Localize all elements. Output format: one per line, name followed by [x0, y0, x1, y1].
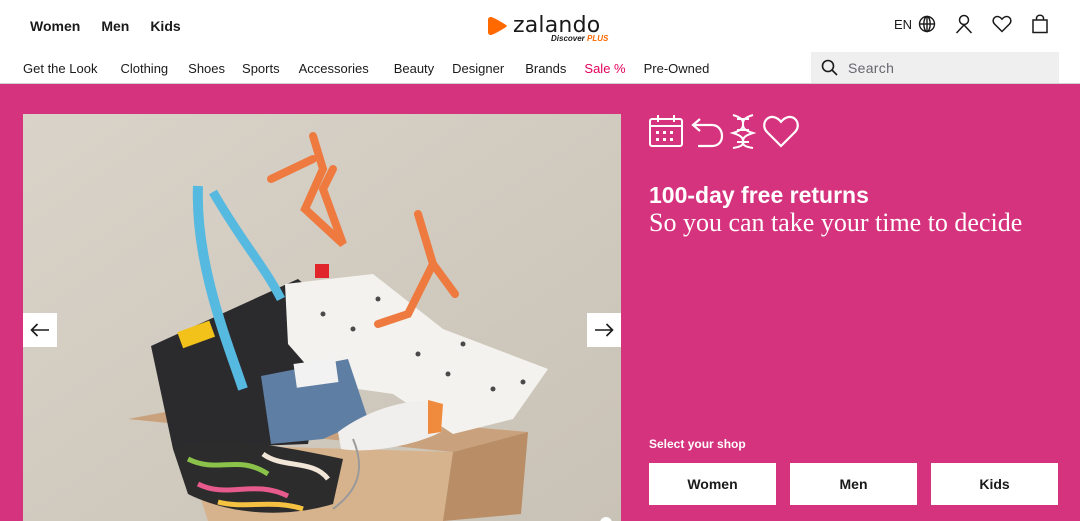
- cart-button[interactable]: [1030, 14, 1050, 34]
- logo-sub: Discover PLUS: [551, 34, 608, 43]
- language-label: EN: [893, 16, 912, 32]
- dna-icon: [729, 114, 757, 149]
- cat-sports[interactable]: Sports: [242, 61, 280, 76]
- nav-men[interactable]: Men: [101, 18, 129, 34]
- cat-beauty[interactable]: Beauty: [394, 61, 434, 76]
- gender-nav: Women Men Kids: [30, 18, 181, 34]
- heart-icon: [763, 115, 799, 148]
- site-header: Women Men Kids zalando Discover PLUS EN: [0, 0, 1080, 52]
- arrow-right-icon: [595, 323, 614, 337]
- cat-clothing[interactable]: Clothing: [120, 61, 168, 76]
- shop-women-button[interactable]: Women: [649, 463, 776, 505]
- category-nav: Get the Look Clothing Shoes Sports Acces…: [23, 61, 709, 76]
- return-arrow-icon: [691, 118, 724, 148]
- promo-icons: [648, 113, 800, 149]
- wishlist-icon: [992, 15, 1012, 33]
- search-input[interactable]: [848, 59, 1048, 76]
- carousel-prev-button[interactable]: [23, 313, 57, 347]
- globe-icon: [918, 15, 936, 33]
- account-button[interactable]: [954, 14, 974, 34]
- shop-buttons: Women Men Kids: [649, 463, 1058, 505]
- cat-get-the-look[interactable]: Get the Look: [23, 61, 97, 76]
- cat-shoes[interactable]: Shoes: [188, 61, 225, 76]
- logo-sub-prefix: Discover: [551, 34, 585, 43]
- zalando-logo-mark: [488, 17, 507, 35]
- shop-select-label: Select your shop: [649, 437, 746, 451]
- zalando-logo[interactable]: zalando Discover PLUS: [487, 12, 617, 46]
- hero-image[interactable]: [23, 114, 621, 521]
- hero-banner: 100-day free returns So you can take you…: [0, 84, 1080, 521]
- promo-title: 100-day free returns: [649, 182, 869, 208]
- cat-sale[interactable]: Sale %: [584, 61, 625, 76]
- promo-subtitle: So you can take your time to decide: [649, 208, 1023, 237]
- user-icon: [955, 14, 973, 34]
- cat-pre-owned[interactable]: Pre-Owned: [644, 61, 710, 76]
- cat-designer[interactable]: Designer: [452, 61, 504, 76]
- cat-brands[interactable]: Brands: [525, 61, 566, 76]
- search-bar[interactable]: [811, 52, 1059, 83]
- wishlist-button[interactable]: [992, 14, 1012, 34]
- nav-kids[interactable]: Kids: [150, 18, 180, 34]
- carousel-next-button[interactable]: [587, 313, 621, 347]
- utility-nav: EN: [894, 14, 1050, 34]
- shop-men-button[interactable]: Men: [790, 463, 917, 505]
- nav-women[interactable]: Women: [30, 18, 80, 34]
- bag-icon: [1032, 14, 1048, 34]
- arrow-left-icon: [30, 323, 49, 337]
- logo-sub-plus: PLUS: [587, 34, 609, 43]
- shop-kids-button[interactable]: Kids: [931, 463, 1058, 505]
- hero-illustration: [23, 114, 621, 521]
- language-switch[interactable]: EN: [894, 15, 936, 33]
- search-icon: [821, 59, 838, 76]
- cat-accessories[interactable]: Accessories: [299, 61, 369, 76]
- calendar-icon: [649, 115, 683, 147]
